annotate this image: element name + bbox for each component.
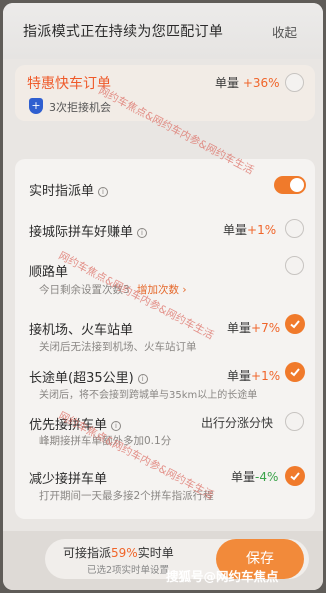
collapse-button[interactable]: 收起: [272, 22, 297, 41]
priority-carpool-radio[interactable]: [285, 412, 304, 431]
long-distance-sub: 关闭后，将不会接到跨城单与35km以上的长途单: [39, 390, 258, 401]
long-distance-label: 长途单(超35公里) i: [29, 367, 148, 386]
qty-label: 单量: [215, 76, 240, 90]
info-icon: i: [137, 228, 148, 238]
intercity-radio[interactable]: [285, 219, 304, 238]
airport-station-qty: 单量+7%: [227, 319, 280, 336]
long-distance-text: 长途单(超35公里): [29, 371, 134, 386]
qty-value: +7%: [251, 321, 281, 335]
reduce-carpool-check[interactable]: [285, 466, 305, 486]
airport-station-label: 接机场、火车站单: [29, 323, 134, 338]
special-express-radio[interactable]: [285, 73, 304, 92]
qty-label: 单量: [231, 470, 256, 484]
page-title: 指派模式正在持续为您匹配订单: [23, 24, 224, 40]
priority-carpool-right: 出行分涨分快: [201, 416, 274, 430]
qty-value: +1%: [251, 369, 281, 383]
acceptable-summary: 可接指派59%实时单: [63, 544, 174, 561]
source-badge: 搜狐号@网约车焦点: [166, 569, 279, 584]
header-bar: 指派模式正在持续为您匹配订单 收起: [3, 3, 323, 59]
info-icon: i: [137, 374, 148, 384]
realtime-assign-toggle[interactable]: [274, 176, 306, 194]
acceptable-suffix: 实时单: [137, 546, 174, 560]
info-icon: i: [98, 187, 109, 197]
realtime-assign-label: 实时指派单 i: [29, 180, 109, 199]
intercity-text: 接城际拼车好赚单: [29, 225, 134, 240]
along-route-radio[interactable]: [285, 256, 304, 275]
long-distance-qty: 单量+1%: [227, 367, 280, 384]
check-icon: [290, 320, 300, 329]
qty-value: -4%: [255, 470, 279, 484]
reduce-carpool-label: 减少接拼车单: [29, 472, 108, 487]
info-icon: i: [111, 421, 122, 431]
reduce-carpool-qty: 单量-4%: [231, 468, 278, 485]
intercity-label: 接城际拼车好赚单 i: [29, 221, 148, 240]
realtime-assign-text: 实时指派单: [29, 184, 95, 199]
qty-label: 单量: [223, 223, 248, 237]
qty-label: 单量: [227, 321, 252, 335]
qty-value: +36%: [242, 76, 280, 90]
intercity-qty: 单量+1%: [223, 221, 276, 238]
qty-value: +1%: [247, 223, 277, 237]
selected-summary: 已选2项实时单设置: [87, 565, 170, 576]
reject-chances: 3次拒接机会: [49, 101, 111, 114]
airport-station-check[interactable]: [285, 314, 305, 334]
qty-label: 单量: [227, 369, 252, 383]
airport-station-sub: 关闭后无法接到机场、火车站订单: [39, 341, 197, 353]
acceptable-prefix: 可接指派: [63, 546, 112, 560]
special-express-card: 特惠快车订单 单量 +36% + 3次拒接机会: [15, 65, 315, 121]
special-express-qty: 单量 +36%: [215, 74, 280, 91]
phone-screen: 指派模式正在持续为您匹配订单 收起 特惠快车订单 单量 +36% + 3次拒接机…: [3, 3, 323, 590]
toggle-knob: [290, 178, 304, 192]
acceptable-percent: 59%: [111, 546, 138, 560]
long-distance-check[interactable]: [285, 362, 305, 382]
shield-icon: +: [29, 98, 43, 114]
check-icon: [290, 472, 300, 481]
check-icon: [290, 368, 300, 377]
